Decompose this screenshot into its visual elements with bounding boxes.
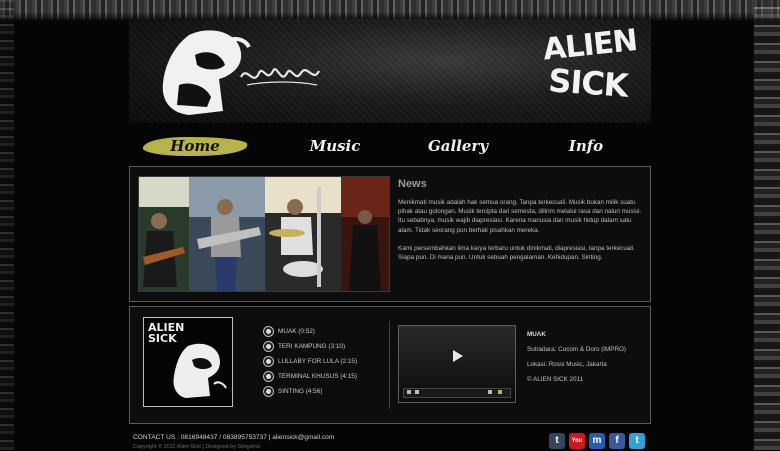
play-circle-icon	[264, 327, 273, 336]
brand-word-sick: SICK	[547, 61, 629, 105]
track-item[interactable]: TERMINAL KHUSUS (4:15)	[264, 369, 384, 384]
track-item[interactable]: MUAK (0:52)	[264, 324, 384, 339]
control-play-icon[interactable]	[407, 390, 411, 394]
track-title: MUAK (0:52)	[278, 328, 315, 335]
tumblr-icon[interactable]: t	[549, 433, 565, 449]
news-paragraph-2: Kami persembahkan lima karya terbaru unt…	[398, 244, 635, 262]
nav-item-home[interactable]: Home	[141, 134, 249, 158]
myspace-icon[interactable]: m	[589, 433, 605, 449]
play-circle-icon	[264, 342, 273, 351]
track-item[interactable]: SINTING (4:56)	[264, 384, 384, 399]
alien-sick-brand-logo: ALIEN SICK	[541, 22, 639, 119]
now-playing-location: Lokasi: Rossi Music, Jakarta	[527, 361, 607, 368]
video-player[interactable]	[398, 325, 516, 403]
track-title: SINTING (4:56)	[278, 388, 323, 395]
brand-word-alien: ALIEN	[541, 22, 639, 68]
track-title: LULLABY FOR LULA (2:15)	[278, 358, 358, 365]
news-body: Menikmati musik adalah hak semua orang. …	[398, 198, 644, 271]
footer-copyright: Copyright © 2011 Alien Sick | Designed b…	[133, 444, 261, 450]
twitter-icon[interactable]: t	[629, 433, 645, 449]
now-playing-info: MUAK Sutradara: Cocom & Doro (IMPRO) Lok…	[527, 331, 645, 391]
band-photo-bassist	[189, 177, 265, 291]
band-photo-strip	[138, 176, 390, 292]
control-volume-icon[interactable]	[488, 390, 492, 394]
nav-item-home-label: Home	[170, 137, 220, 155]
play-circle-icon	[264, 372, 273, 381]
music-panel: ALIEN SICK MUAK (0:52) TERI KAMPUNG (3:1…	[129, 306, 651, 424]
control-stop-icon[interactable]	[415, 390, 419, 394]
nav-item-gallery[interactable]: Gallery	[423, 134, 493, 158]
track-title: TERI KAMPUNG (3:10)	[278, 343, 346, 350]
band-photo-singer	[341, 177, 389, 291]
now-playing-director: Sutradara: Cocom & Doro (IMPRO)	[527, 346, 627, 353]
now-playing-title: MUAK	[527, 331, 546, 338]
play-icon[interactable]	[453, 350, 463, 362]
band-photo-guitarist	[139, 177, 189, 291]
section-divider	[389, 321, 390, 409]
album-figure-art	[173, 343, 227, 398]
track-list: MUAK (0:52) TERI KAMPUNG (3:10) LULLABY …	[264, 324, 384, 399]
site-header: ALIEN SICK	[129, 19, 651, 123]
main-nav: Home Music Gallery Info	[129, 128, 651, 164]
player-controls-bar[interactable]	[403, 388, 511, 398]
youtube-icon[interactable]: You	[569, 433, 585, 449]
nav-item-music[interactable]: Music	[295, 134, 375, 158]
facebook-icon[interactable]: f	[609, 433, 625, 449]
play-circle-icon	[264, 357, 273, 366]
play-circle-icon	[264, 387, 273, 396]
grunge-frame-left	[0, 0, 14, 450]
news-paragraph-1: Menikmati musik adalah hak semua orang. …	[398, 199, 642, 234]
band-photo-drummer	[265, 177, 341, 291]
now-playing-copyright: © ALIEN SICK 2011	[527, 376, 583, 383]
sinting-script-logo	[240, 68, 320, 86]
album-cover[interactable]: ALIEN SICK	[143, 317, 233, 407]
control-fullscreen-icon[interactable]	[498, 390, 502, 394]
nav-item-info[interactable]: Info	[553, 134, 619, 158]
grunge-frame-right	[754, 0, 780, 450]
news-panel: News Menikmati musik adalah hak semua or…	[129, 166, 651, 302]
track-item[interactable]: TERI KAMPUNG (3:10)	[264, 339, 384, 354]
track-item[interactable]: LULLABY FOR LULA (2:15)	[264, 354, 384, 369]
track-title: TERMINAL KHUSUS (4:15)	[278, 373, 357, 380]
news-heading: News	[398, 178, 427, 190]
footer-contact: CONTACT US : 0816948437 / 083895753737 |…	[133, 434, 335, 441]
